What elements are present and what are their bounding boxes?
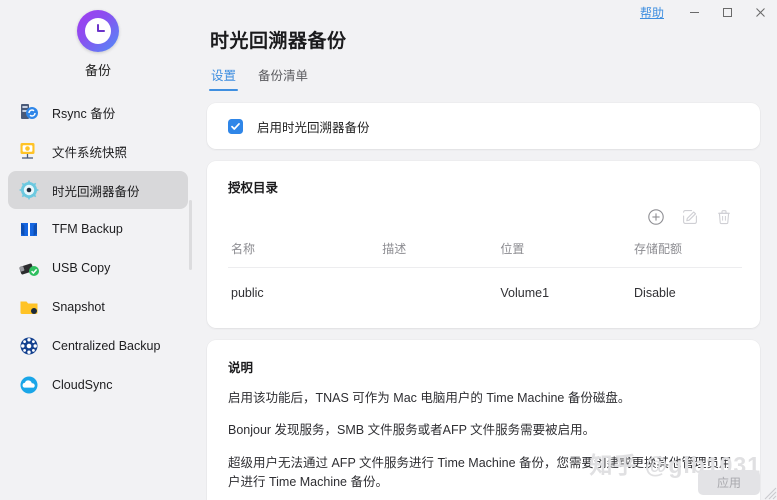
app-window: 帮助 备份 Rsync 备份 文件系统快照 时光回溯器备份 TFM Backup… (0, 0, 777, 500)
column-header-description[interactable]: 描述 (382, 234, 501, 268)
enable-time-machine-checkbox[interactable] (228, 118, 243, 134)
apply-button[interactable]: 应用 (698, 470, 760, 495)
sidebar-item-rsync-backup[interactable]: Rsync 备份 (8, 93, 188, 131)
tab-backup-list[interactable]: 备份清单 (258, 65, 308, 91)
sidebar: 备份 Rsync 备份 文件系统快照 时光回溯器备份 TFM Backup US… (0, 0, 196, 500)
close-icon[interactable] (744, 0, 777, 24)
sidebar-item-cloudsync[interactable]: CloudSync (8, 366, 188, 404)
column-header-quota[interactable]: 存储配额 (634, 234, 742, 268)
enable-card: 启用时光回溯器备份 (207, 103, 760, 149)
sidebar-item-label: Rsync 备份 (52, 106, 116, 121)
table-header-row: 名称 描述 位置 存储配额 (228, 234, 742, 268)
edit-icon[interactable] (681, 208, 699, 226)
column-header-location[interactable]: 位置 (500, 234, 635, 268)
filesystem-snapshot-icon (18, 140, 40, 162)
centralized-backup-icon (18, 335, 40, 357)
sidebar-item-tfm-backup[interactable]: TFM Backup (8, 210, 188, 248)
minimize-icon[interactable] (678, 0, 711, 24)
time-machine-icon (18, 179, 40, 201)
authorized-directories-table: 名称 描述 位置 存储配额 public Volume1 Disable (228, 234, 742, 314)
description-paragraph: 超级用户无法通过 AFP 文件服务进行 Time Machine 备份，您需要创… (228, 455, 732, 490)
sidebar-item-label: Snapshot (52, 300, 105, 314)
sidebar-item-snapshot[interactable]: Snapshot (8, 288, 188, 326)
page-title: 时光回溯器备份 (210, 31, 347, 52)
app-name: 备份 (84, 63, 111, 78)
cell-name: public (231, 286, 264, 300)
sidebar-item-label: Centralized Backup (52, 339, 161, 353)
cloudsync-icon (18, 374, 40, 396)
description-heading: 说明 (228, 361, 254, 375)
sidebar-item-usb-copy[interactable]: USB Copy (8, 249, 188, 287)
enable-label: 启用时光回溯器备份 (257, 120, 370, 135)
sidebar-item-filesystem-snapshot[interactable]: 文件系统快照 (8, 132, 188, 170)
sidebar-nav: Rsync 备份 文件系统快照 时光回溯器备份 TFM Backup USB C… (0, 93, 196, 404)
directory-toolbar (228, 208, 742, 226)
time-machine-clock-icon (77, 10, 119, 52)
app-brand: 备份 (0, 0, 196, 79)
sidebar-item-label: CloudSync (52, 378, 113, 392)
rsync-server-icon (18, 101, 40, 123)
snapshot-folder-icon (18, 296, 40, 318)
maximize-icon[interactable] (711, 0, 744, 24)
description-card: 说明 启用该功能后，TNAS 可作为 Mac 电脑用户的 Time Machin… (207, 340, 760, 500)
tfm-backup-icon (18, 218, 40, 240)
sidebar-item-label: 时光回溯器备份 (52, 184, 140, 199)
sidebar-item-label: TFM Backup (52, 222, 123, 236)
tab-bar: 设置 备份清单 (208, 65, 760, 91)
description-paragraph: 启用该功能后，TNAS 可作为 Mac 电脑用户的 Time Machine 备… (228, 391, 631, 405)
main-content: 时光回溯器备份 设置 备份清单 启用时光回溯器备份 授权目录 名称 描述 位置 … (196, 0, 777, 500)
add-circle-icon[interactable] (647, 208, 665, 226)
sidebar-item-label: 文件系统快照 (52, 145, 128, 160)
sidebar-item-label: USB Copy (52, 261, 111, 275)
description-paragraph: Bonjour 发现服务，SMB 文件服务或者AFP 文件服务需要被启用。 (228, 423, 596, 438)
enable-row[interactable]: 启用时光回溯器备份 (207, 103, 760, 149)
tab-settings[interactable]: 设置 (208, 65, 239, 91)
sidebar-scrollbar[interactable] (189, 200, 192, 270)
help-link[interactable]: 帮助 (640, 4, 664, 21)
cell-description (382, 268, 500, 315)
cell-location: Volume1 (500, 286, 550, 300)
delete-trash-icon[interactable] (715, 208, 733, 226)
cell-quota: Disable (634, 286, 676, 300)
column-header-name[interactable]: 名称 (228, 234, 383, 268)
table-row[interactable]: public Volume1 Disable (228, 268, 742, 315)
sidebar-item-time-machine-backup[interactable]: 时光回溯器备份 (8, 171, 188, 209)
sidebar-item-centralized-backup[interactable]: Centralized Backup (8, 327, 188, 365)
authorized-directories-card: 授权目录 名称 描述 位置 存储配额 public Volume1 Disabl… (207, 161, 760, 328)
authorized-directories-heading: 授权目录 (228, 181, 279, 195)
usb-copy-icon (18, 257, 40, 279)
